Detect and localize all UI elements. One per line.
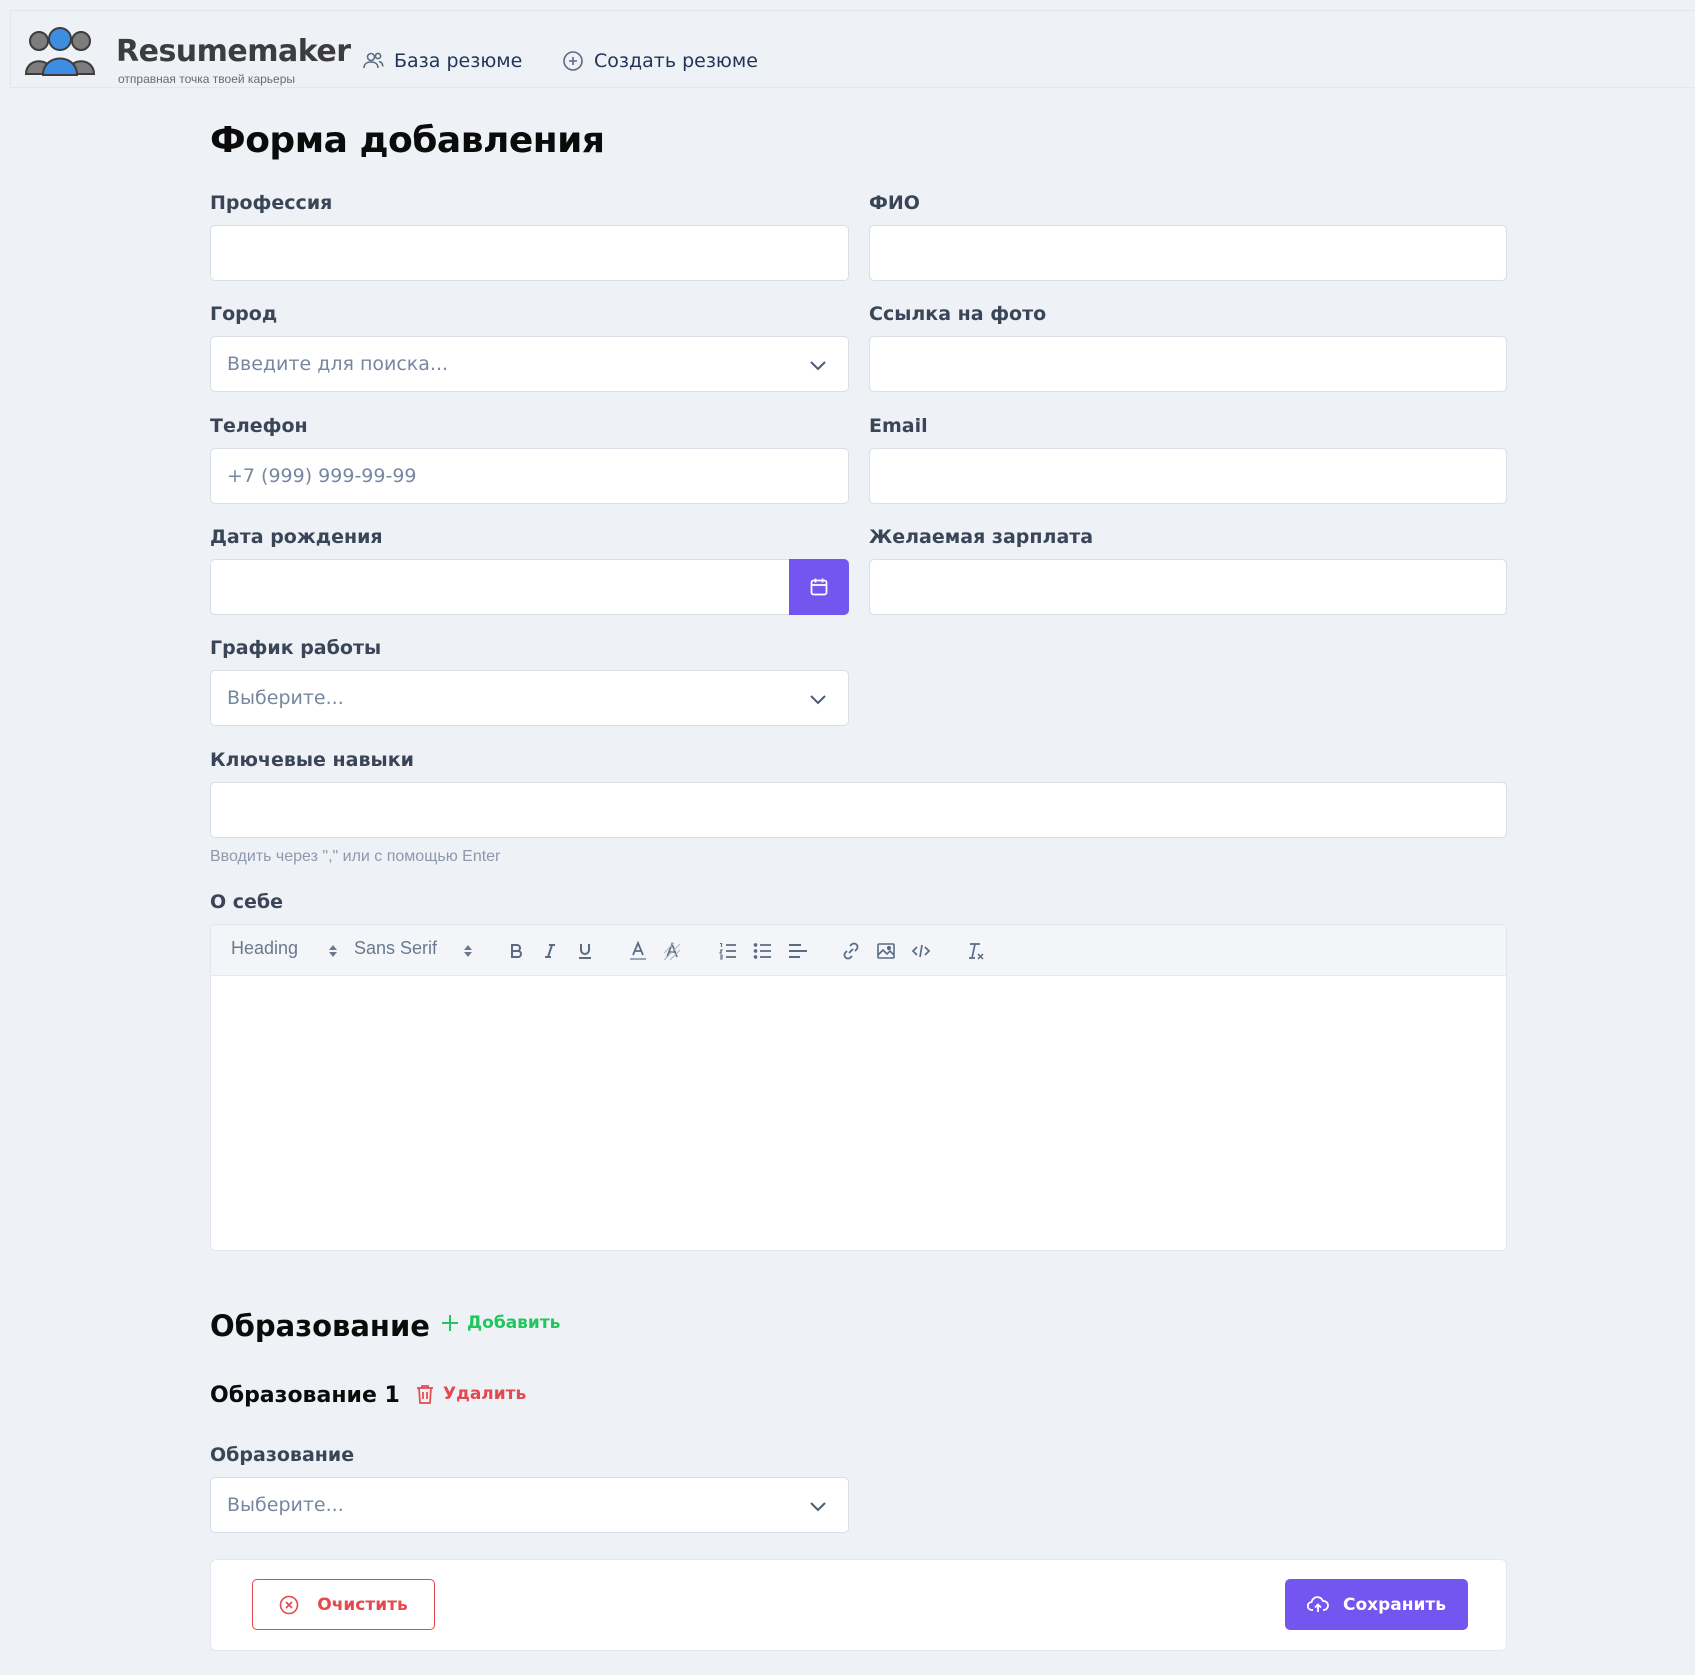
page-title: Форма добавления (210, 120, 605, 161)
delete-education-button[interactable]: Удалить (416, 1384, 526, 1404)
schedule-select[interactable]: Выберите... (210, 670, 849, 726)
select-arrows-icon (464, 945, 472, 957)
nav-create-resume[interactable]: Создать резюме (562, 47, 758, 75)
clear-format-button[interactable] (964, 939, 988, 963)
fio-input[interactable] (869, 225, 1507, 281)
education-section-title: Образование (210, 1309, 430, 1343)
background-color-button[interactable] (660, 939, 684, 963)
text-color-button[interactable] (626, 939, 650, 963)
delete-education-label: Удалить (443, 1384, 527, 1404)
phone-input[interactable]: +7 (999) 999-99-99 (210, 448, 849, 504)
form-action-bar: Очистить Сохранить (210, 1559, 1507, 1651)
skills-hint: Вводить через "," или с помощью Enter (210, 848, 501, 865)
education-level-label: Образование (210, 1444, 355, 1466)
about-rich-text-editor: Heading Sans Serif (210, 924, 1507, 1251)
logo-title: Resumemaker (116, 34, 351, 69)
italic-button[interactable] (538, 939, 562, 963)
calendar-button[interactable] (789, 559, 849, 615)
close-circle-icon (279, 1595, 299, 1614)
photo-url-input[interactable] (869, 336, 1507, 392)
city-placeholder: Введите для поиска... (227, 353, 449, 375)
nav-resume-base[interactable]: База резюме (362, 47, 522, 75)
city-label: Город (210, 303, 278, 325)
profession-input[interactable] (210, 225, 849, 281)
chevron-down-icon (810, 1502, 826, 1512)
code-button[interactable] (909, 939, 933, 963)
align-button[interactable] (786, 939, 810, 963)
link-button[interactable] (839, 939, 863, 963)
education-level-placeholder: Выберите... (227, 1494, 344, 1516)
birthdate-input[interactable] (210, 559, 790, 615)
phone-label: Телефон (210, 415, 308, 437)
select-arrows-icon (329, 945, 337, 957)
nav-resume-base-label: База резюме (394, 50, 523, 72)
top-navigation-bar: Resumemaker отправная точка твоей карьер… (10, 10, 1695, 88)
image-button[interactable] (874, 939, 898, 963)
profession-label: Профессия (210, 192, 333, 214)
chevron-down-icon (810, 361, 826, 371)
heading-select[interactable]: Heading (231, 938, 298, 959)
cloud-upload-icon (1306, 1595, 1329, 1612)
text-color-icon (630, 941, 646, 960)
editor-toolbar: Heading Sans Serif (211, 925, 1506, 976)
bullet-list-icon (753, 943, 771, 959)
education-item-title: Образование 1 (210, 1383, 400, 1408)
link-icon (843, 942, 859, 960)
code-icon (911, 944, 931, 958)
underline-button[interactable] (573, 939, 597, 963)
phone-placeholder: +7 (999) 999-99-99 (227, 465, 417, 487)
save-button-label: Сохранить (1342, 1594, 1447, 1615)
bold-button[interactable] (504, 939, 528, 963)
salary-input[interactable] (869, 559, 1507, 615)
nav-create-resume-label: Создать резюме (594, 50, 758, 72)
skills-input[interactable] (210, 782, 1507, 838)
logo-people-icon (25, 27, 95, 76)
plus-icon (442, 1315, 458, 1331)
bold-icon (511, 944, 522, 958)
fio-label: ФИО (869, 192, 920, 214)
underline-icon (579, 944, 591, 959)
ordered-list-icon (718, 942, 736, 960)
plus-circle-icon (563, 51, 583, 71)
photo-label: Ссылка на фото (869, 303, 1047, 325)
about-label: О себе (210, 891, 284, 913)
schedule-label: График работы (210, 637, 382, 659)
email-label: Email (869, 415, 928, 437)
skills-label: Ключевые навыки (210, 749, 414, 771)
add-education-label: Добавить (467, 1313, 561, 1333)
salary-label: Желаемая зарплата (869, 526, 1094, 548)
background-color-icon (663, 941, 681, 961)
italic-icon (545, 944, 555, 958)
birthdate-label: Дата рождения (210, 526, 383, 548)
image-icon (877, 943, 895, 959)
trash-icon (417, 1385, 433, 1404)
bullet-list-button[interactable] (751, 939, 775, 963)
calendar-icon (810, 578, 828, 596)
education-level-select[interactable]: Выберите... (210, 1477, 849, 1533)
users-icon (363, 52, 384, 69)
email-input[interactable] (869, 448, 1507, 504)
clear-button-label: Очистить (317, 1594, 408, 1615)
schedule-placeholder: Выберите... (227, 687, 344, 709)
clear-button[interactable]: Очистить (252, 1579, 435, 1630)
logo-tagline: отправная точка твоей карьеры (118, 72, 296, 86)
editor-content-area[interactable] (211, 976, 1506, 1250)
ordered-list-button[interactable] (716, 939, 740, 963)
city-select[interactable]: Введите для поиска... (210, 336, 849, 392)
font-select[interactable]: Sans Serif (354, 938, 437, 959)
clear-format-icon (969, 943, 984, 960)
save-button[interactable]: Сохранить (1285, 1579, 1468, 1630)
chevron-down-icon (810, 695, 826, 705)
logo[interactable]: Resumemaker отправная точка твоей карьер… (25, 25, 351, 86)
align-icon (789, 944, 807, 958)
add-education-button[interactable]: Добавить (441, 1313, 560, 1333)
